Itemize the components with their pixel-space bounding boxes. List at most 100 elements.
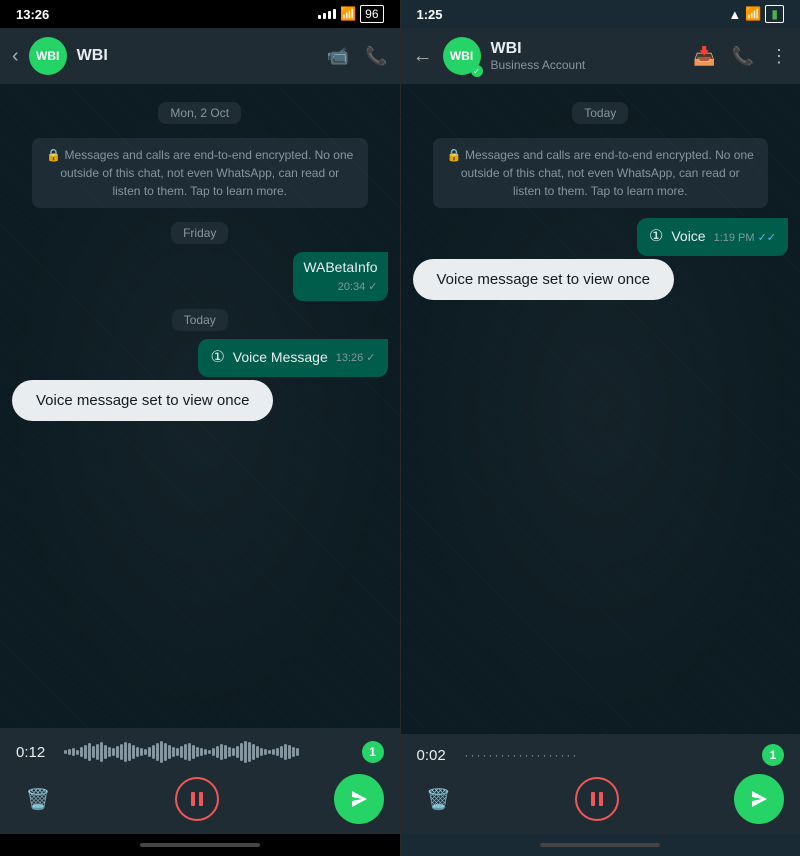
waveform-bar — [168, 745, 171, 759]
message-row-wabetainfo: WABetaInfo 20:34 ✓ — [12, 252, 388, 301]
voice-view-once-icon-right: ① — [649, 226, 663, 248]
date-separator-mon: Mon, 2 Oct — [12, 102, 388, 124]
waveform-bar — [264, 749, 267, 755]
waveform-bar — [140, 748, 143, 756]
waveform-bar — [208, 750, 211, 754]
right-bottom-bar: 0:02 ··················· 1 🗑️ — [401, 734, 800, 834]
back-button-right[interactable]: ← — [413, 45, 433, 68]
send-button-left[interactable] — [334, 774, 384, 824]
add-call-icon[interactable]: 📞 — [732, 46, 754, 67]
right-chat-header: ← WBI ✓ WBI Business Account 📥 📞 ⋮ — [401, 28, 800, 84]
waveform-bar — [160, 741, 163, 763]
date-pill-today: Today — [172, 309, 228, 331]
encryption-notice[interactable]: 🔒 Messages and calls are end-to-end encr… — [32, 138, 368, 208]
waveform-bar — [164, 743, 167, 761]
right-status-bar: 1:25 ▲ 📶 ▮ — [401, 0, 800, 28]
waveform-bar — [220, 744, 223, 760]
right-bubble-voice[interactable]: ① Voice 1:19 PM ✓✓ — [637, 218, 788, 256]
waveform-bar — [204, 749, 207, 755]
right-voice-tick: ✓✓ — [758, 231, 776, 246]
back-button[interactable]: ‹ — [12, 45, 19, 68]
right-chat-name: WBI — [491, 40, 684, 58]
waveform-bar — [180, 746, 183, 758]
waveform-bar — [240, 743, 243, 761]
waveform-bar — [248, 742, 251, 762]
waveform-bar — [148, 747, 151, 757]
view-once-notice-right: Voice message set to view once — [413, 259, 674, 300]
waveform-bar — [184, 744, 187, 760]
waveform-bar — [252, 744, 255, 760]
waveform-bar — [64, 750, 67, 754]
left-bottom-bar: 0:12 1 🗑️ — [0, 728, 400, 834]
signal-icon-right: 📶 — [745, 6, 761, 22]
waveform-bar — [288, 745, 291, 759]
left-panel: 13:26 📶 96 ‹ WBI WBI 📹 📞 Mon, 2 Oct — [0, 0, 400, 856]
waveform-bar — [72, 748, 75, 756]
waveform-bar — [224, 745, 227, 759]
more-options-icon[interactable]: ⋮ — [770, 46, 788, 67]
left-chat-header: ‹ WBI WBI 📹 📞 — [0, 28, 400, 84]
right-home-bar — [540, 843, 660, 847]
right-audio-time: 0:02 — [417, 747, 453, 764]
date-pill-today-right: Today — [572, 102, 628, 124]
signal-icon — [318, 9, 336, 19]
right-encryption-notice-row: 🔒 Messages and calls are end-to-end encr… — [413, 132, 789, 214]
right-encryption-notice[interactable]: 🔒 Messages and calls are end-to-end encr… — [433, 138, 769, 208]
waveform-bar — [216, 746, 219, 758]
waveform-bar — [104, 745, 107, 759]
waveform-bar — [296, 748, 299, 756]
date-separator-friday: Friday — [12, 222, 388, 244]
delete-button-left[interactable]: 🗑️ — [16, 777, 60, 821]
waveform-bar — [92, 746, 95, 758]
archive-icon[interactable]: 📥 — [693, 46, 715, 67]
date-separator-today: Today — [12, 309, 388, 331]
view-once-notice-left: Voice message set to view once — [12, 380, 273, 421]
message-text: WABetaInfo — [303, 259, 377, 275]
pause-button-right[interactable] — [575, 777, 619, 821]
waveform-bar — [200, 748, 203, 756]
waveform-bar — [100, 742, 103, 762]
left-waveform — [64, 738, 350, 766]
voice-time: 13:26 — [336, 351, 364, 366]
video-call-icon[interactable]: 📹 — [327, 46, 349, 67]
voice-tick: ✓ — [366, 351, 375, 366]
bubble-voice[interactable]: ① Voice Message 13:26 ✓ — [198, 339, 387, 377]
view-once-notice-row-right: Voice message set to view once — [413, 259, 789, 300]
waveform-bar — [116, 746, 119, 758]
delete-button-right[interactable]: 🗑️ — [417, 777, 461, 821]
right-voice-meta: 1:19 PM ✓✓ — [714, 231, 776, 246]
avatar: WBI — [29, 37, 67, 75]
right-audio-controls: 0:02 ··················· 1 — [417, 744, 785, 766]
waveform-bar — [176, 748, 179, 756]
bubble-wabetainfo[interactable]: WABetaInfo 20:34 ✓ — [293, 252, 387, 301]
waveform-bar — [236, 746, 239, 758]
right-chat-subtitle: Business Account — [491, 58, 684, 72]
encryption-notice-row: 🔒 Messages and calls are end-to-end encr… — [12, 132, 388, 214]
voice-call-icon[interactable]: 📞 — [365, 46, 387, 67]
battery-icon-right: ▮ — [765, 5, 784, 23]
waveform-bar — [192, 745, 195, 759]
waveform-bar — [196, 747, 199, 757]
header-info: WBI — [77, 47, 317, 65]
battery-icon: 96 — [360, 5, 383, 23]
send-button-right[interactable] — [734, 774, 784, 824]
waveform-bar — [88, 743, 91, 761]
right-header-info: WBI Business Account — [491, 40, 684, 72]
left-contact-badge: 1 — [362, 741, 384, 763]
pause-button-left[interactable] — [175, 777, 219, 821]
waveform-bar — [256, 746, 259, 758]
waveform-bar — [136, 747, 139, 757]
waveform-bar — [96, 744, 99, 760]
right-voice-msg-row: ① Voice 1:19 PM ✓✓ — [413, 218, 789, 256]
waveform-bar — [144, 749, 147, 755]
wifi-icon: 📶 — [340, 6, 356, 22]
right-contact-badge: 1 — [762, 744, 784, 766]
right-chat-body: Today 🔒 Messages and calls are end-to-en… — [401, 84, 800, 734]
wifi-icon-right: ▲ — [728, 7, 741, 22]
waveform-bar — [268, 750, 271, 754]
msg-tick: ✓ — [368, 280, 377, 295]
waveform-bar — [108, 747, 111, 757]
waveform-bar — [152, 745, 155, 759]
right-voice-time: 1:19 PM — [714, 231, 755, 246]
waveform-bar — [80, 747, 83, 757]
